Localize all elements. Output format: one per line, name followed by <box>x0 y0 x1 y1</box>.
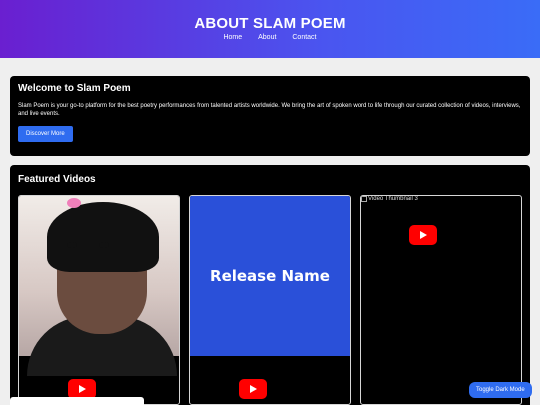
site-header: ABOUT SLAM POEM Home About Contact <box>0 0 540 58</box>
bottom-overlay <box>10 397 144 405</box>
thumbnail-accent <box>67 198 81 208</box>
thumbnail-hair <box>47 202 159 272</box>
nav-home[interactable]: Home <box>223 34 242 41</box>
main-nav: Home About Contact <box>0 34 540 41</box>
youtube-play-icon[interactable] <box>409 225 437 245</box>
welcome-text: Slam Poem is your go-to platform for the… <box>18 103 521 117</box>
broken-image-icon <box>361 196 367 202</box>
nav-contact[interactable]: Contact <box>292 34 316 41</box>
broken-thumbnail: Video Thumbnail 3 <box>361 196 418 202</box>
youtube-play-icon[interactable] <box>239 379 267 399</box>
nav-about[interactable]: About <box>258 34 276 41</box>
video-thumbnail-1 <box>19 196 179 376</box>
toggle-dark-mode-button[interactable]: Toggle Dark Mode <box>469 382 532 398</box>
video-card-2[interactable]: Release Name <box>189 195 351 405</box>
thumbnail-eye <box>67 242 77 248</box>
page-title: ABOUT SLAM POEM <box>194 15 346 32</box>
video-card-3[interactable]: Video Thumbnail 3 <box>360 195 522 405</box>
featured-title: Featured Videos <box>18 174 96 185</box>
featured-videos-section: Featured Videos Release Name Video Thumb… <box>10 165 530 405</box>
youtube-play-icon[interactable] <box>68 379 96 399</box>
welcome-section: Welcome to Slam Poem Slam Poem is your g… <box>10 76 530 156</box>
welcome-title: Welcome to Slam Poem <box>18 83 131 94</box>
video-thumbnail-2: Release Name <box>190 196 350 356</box>
thumbnail-eye <box>99 242 109 248</box>
thumbnail-text: Release Name <box>210 267 330 285</box>
video-card-1[interactable] <box>18 195 180 405</box>
thumbnail-alt-text: Video Thumbnail 3 <box>368 196 418 202</box>
discover-more-button[interactable]: Discover More <box>18 126 73 142</box>
